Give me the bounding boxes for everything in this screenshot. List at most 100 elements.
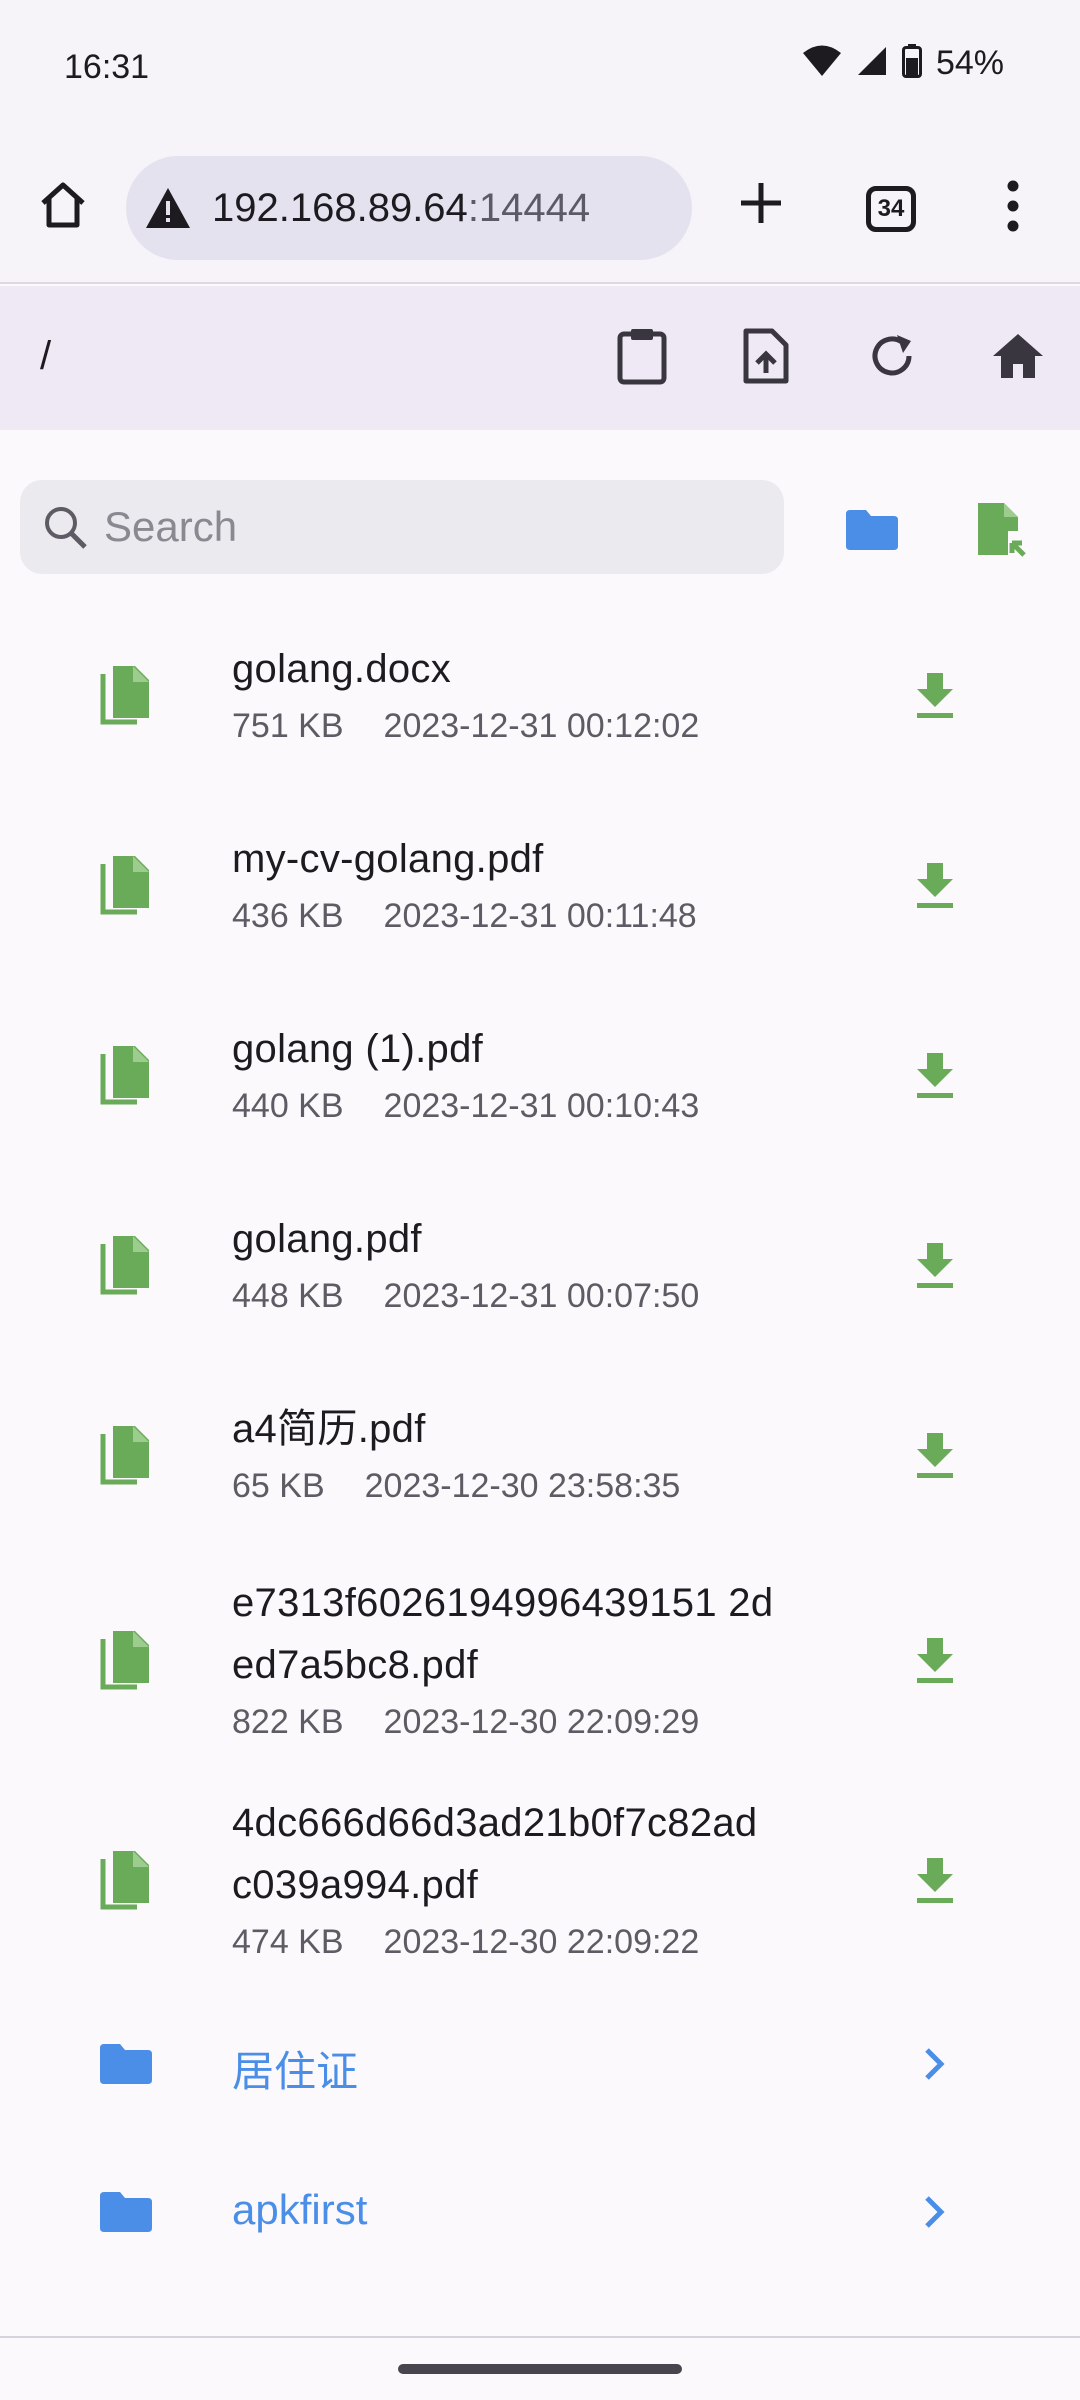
home-icon [993, 334, 1043, 378]
battery-icon [901, 44, 922, 83]
chevron-right-icon[interactable] [898, 2027, 972, 2101]
file-date: 2023-12-30 23:58:35 [364, 1467, 681, 1505]
open-file-button[interactable] [962, 490, 1042, 570]
file-row[interactable]: golang.pdf 448 KB 2023-12-31 00:07:50 [0, 1170, 1080, 1360]
folder-icon [88, 2026, 164, 2102]
status-indicators: 54% [802, 44, 1004, 83]
folder-icon [846, 510, 898, 550]
tab-switcher-button[interactable]: 34 [866, 186, 916, 232]
file-name: e7313f6026194996439151 2d [232, 1581, 774, 1625]
refresh-button[interactable] [852, 316, 932, 396]
refresh-icon [872, 335, 912, 376]
status-time: 16:31 [64, 48, 150, 86]
file-row[interactable]: my-cv-golang.pdf 436 KB 2023-12-31 00:11:4… [0, 790, 1080, 980]
file-meta: 474 KB 2023-12-30 22:09:22 [232, 1916, 757, 1968]
folder-name: apkfirst [232, 2186, 368, 2233]
file-meta: 751 KB 2023-12-31 00:12:02 [232, 700, 699, 752]
current-path: / [40, 334, 52, 378]
download-icon[interactable] [898, 1418, 972, 1492]
file-size: 822 KB [232, 1703, 344, 1741]
file-info: golang.pdf 448 KB 2023-12-31 00:07:50 [232, 1208, 699, 1322]
file-list: golang.docx 751 KB 2023-12-31 00:12:02 my-c… [0, 600, 1080, 2286]
url-text: 192.168.89.64:14444 [212, 186, 590, 231]
file-name: a4简历.pdf [232, 1407, 426, 1451]
download-icon[interactable] [898, 848, 972, 922]
browser-toolbar: 192.168.89.64:14444 34 [0, 130, 1080, 284]
file-meta: 436 KB 2023-12-31 00:11:48 [232, 890, 697, 942]
file-name: ed7a5bc8.pdf [232, 1643, 479, 1687]
warning-icon[interactable] [142, 182, 194, 234]
download-icon[interactable] [898, 1228, 972, 1302]
search-icon [40, 502, 90, 552]
file-row[interactable]: e7313f6026194996439151 2d ed7a5bc8.pdf 822… [0, 1550, 1080, 1770]
plus-icon [741, 183, 781, 223]
folder-row[interactable]: 居住证 [0, 1990, 1080, 2138]
file-icon [88, 1037, 164, 1113]
file-date: 2023-12-31 00:11:48 [383, 897, 697, 935]
file-info: golang.docx 751 KB 2023-12-31 00:12:02 [232, 638, 699, 752]
file-size: 436 KB [232, 897, 344, 935]
download-icon[interactable] [898, 658, 972, 732]
gesture-home-indicator[interactable] [398, 2364, 682, 2374]
app-home-button[interactable] [978, 316, 1058, 396]
file-date: 2023-12-31 00:10:43 [383, 1087, 700, 1125]
file-row[interactable]: golang (1).pdf 440 KB 2023-12-31 00:10:43 [0, 980, 1080, 1170]
file-date: 2023-12-31 00:07:50 [383, 1277, 700, 1315]
cell-signal-icon [856, 45, 888, 82]
file-name: c039a994.pdf [232, 1863, 479, 1907]
file-meta: 65 KB 2023-12-30 23:58:35 [232, 1460, 680, 1512]
file-meta: 448 KB 2023-12-31 00:07:50 [232, 1270, 699, 1322]
file-size: 751 KB [232, 707, 344, 745]
file-date: 2023-12-30 22:09:22 [383, 1923, 700, 1961]
file-date: 2023-12-30 22:09:29 [383, 1703, 700, 1741]
url-port: :14444 [467, 185, 591, 230]
browser-menu-button[interactable] [990, 170, 1036, 242]
file-date: 2023-12-31 00:12:02 [383, 707, 700, 745]
app-header: / [0, 286, 1080, 430]
file-icon [88, 847, 164, 923]
folder-row[interactable]: apkfirst [0, 2138, 1080, 2286]
file-icon [88, 657, 164, 733]
wifi-icon [802, 44, 842, 83]
battery-percent: 54% [935, 44, 1004, 82]
file-row[interactable]: a4简历.pdf 65 KB 2023-12-30 23:58:35 [0, 1360, 1080, 1550]
chevron-right-icon[interactable] [898, 2175, 972, 2249]
bottom-divider [0, 2336, 1080, 2338]
file-meta: 440 KB 2023-12-31 00:10:43 [232, 1080, 699, 1132]
browser-home-button[interactable] [30, 172, 96, 238]
file-name: golang (1).pdf [232, 1027, 484, 1071]
file-open-icon [978, 503, 1026, 557]
file-info: my-cv-golang.pdf 436 KB 2023-12-31 00:11:4… [232, 828, 697, 942]
new-tab-button[interactable] [728, 170, 794, 236]
file-info: e7313f6026194996439151 2d ed7a5bc8.pdf 822… [232, 1572, 773, 1748]
file-name: golang.docx [232, 647, 452, 691]
download-icon[interactable] [898, 1038, 972, 1112]
home-outline-icon [41, 182, 85, 228]
file-size: 440 KB [232, 1087, 344, 1125]
address-bar[interactable]: 192.168.89.64:14444 [126, 156, 692, 260]
folder-icon [88, 2174, 164, 2250]
file-icon [88, 1227, 164, 1303]
file-upload-icon [743, 328, 789, 384]
file-icon [88, 1842, 164, 1918]
file-name: golang.pdf [232, 1217, 422, 1261]
file-info: 4dc666d66d3ad21b0f7c82ad c039a994.pdf 474 … [232, 1792, 757, 1968]
file-icon [88, 1622, 164, 1698]
file-size: 448 KB [232, 1277, 344, 1315]
file-row[interactable]: 4dc666d66d3ad21b0f7c82ad c039a994.pdf 474 … [0, 1770, 1080, 1990]
file-icon [88, 1417, 164, 1493]
search-box[interactable] [20, 480, 784, 574]
file-info: a4简历.pdf 65 KB 2023-12-30 23:58:35 [232, 1398, 680, 1512]
folder-name: 居住证 [232, 2048, 359, 2095]
download-icon[interactable] [898, 1843, 972, 1917]
upload-file-button[interactable] [726, 316, 806, 396]
search-input[interactable] [104, 503, 744, 551]
file-info: golang (1).pdf 440 KB 2023-12-31 00:10:43 [232, 1018, 699, 1132]
file-row[interactable]: golang.docx 751 KB 2023-12-31 00:12:02 [0, 600, 1080, 790]
download-icon[interactable] [898, 1623, 972, 1697]
new-folder-button[interactable] [832, 490, 912, 570]
file-name: 4dc666d66d3ad21b0f7c82ad [232, 1801, 758, 1845]
file-meta: 822 KB 2023-12-30 22:09:29 [232, 1696, 773, 1748]
paste-button[interactable] [602, 316, 682, 396]
more-vert-icon [1007, 180, 1019, 232]
